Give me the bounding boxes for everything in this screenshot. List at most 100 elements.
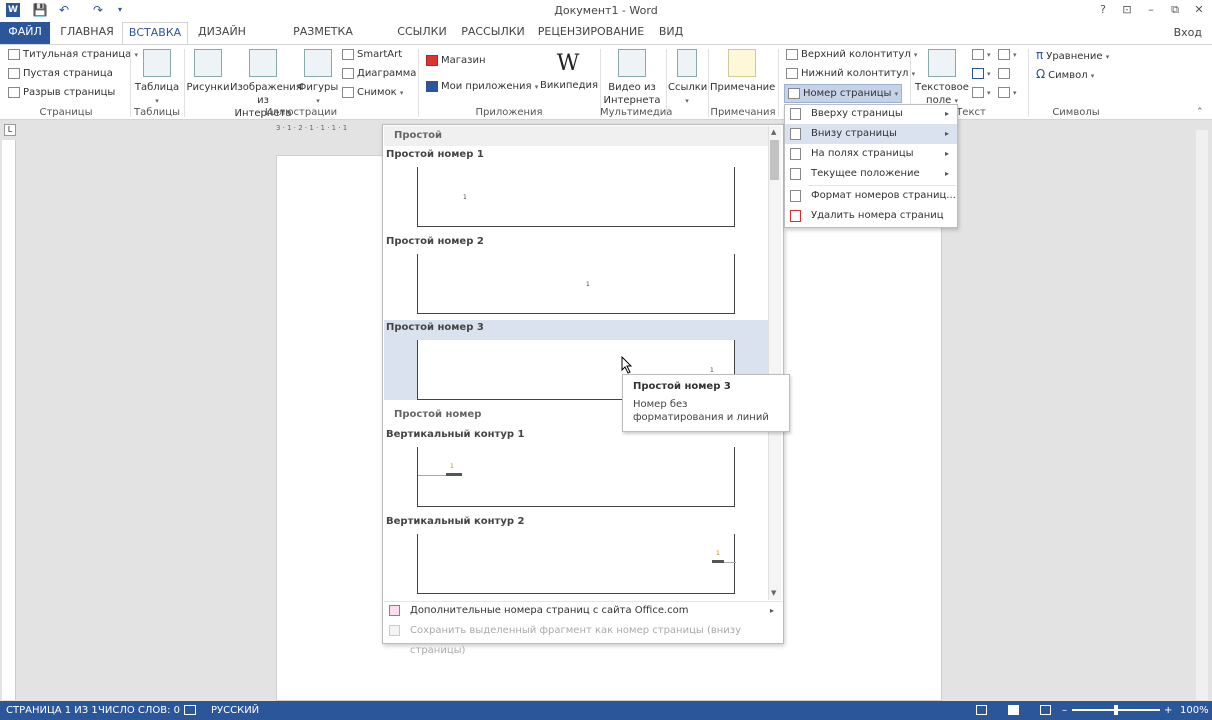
gallery-scrollbar-thumb[interactable] <box>770 140 779 180</box>
wordart-button[interactable]: ▾ <box>972 65 991 83</box>
table-button[interactable]: Таблица ▾ <box>134 49 180 108</box>
menu-item-page-margins[interactable]: На полях страницы ▸ <box>785 144 957 164</box>
chart-button[interactable]: Диаграмма <box>342 65 416 83</box>
wikipedia-button[interactable]: W Википедия <box>540 49 598 92</box>
menu-item-format-page-numbers[interactable]: Формат номеров страниц... <box>785 186 957 206</box>
cover-page-icon <box>8 48 20 60</box>
object-button[interactable]: ▾ <box>998 84 1017 102</box>
tab-page-layout[interactable]: РАЗМЕТКА СТРАНИЦЫ <box>260 22 386 58</box>
tab-review[interactable]: РЕЦЕНЗИРОВАНИЕ <box>536 22 646 44</box>
shapes-button[interactable]: Фигуры ▾ <box>296 49 340 108</box>
group-label-tables: Таблицы <box>134 107 180 118</box>
close-button[interactable]: ✕ <box>1188 2 1210 18</box>
top-of-page-icon <box>790 108 801 120</box>
zoom-out-button[interactable]: – <box>1062 701 1067 720</box>
page-break-label: Разрыв страницы <box>23 87 116 98</box>
ribbon-divider <box>778 49 779 117</box>
symbol-button[interactable]: Ω Символ ▾ <box>1036 65 1094 83</box>
comment-button[interactable]: Примечание <box>710 49 775 94</box>
tab-home[interactable]: ГЛАВНАЯ <box>56 22 118 44</box>
cover-page-button[interactable]: Титульная страница ▾ <box>8 46 138 64</box>
pictures-label: Рисунки <box>186 82 230 93</box>
table-icon <box>143 49 171 77</box>
more-page-numbers-office-item[interactable]: Дополнительные номера страниц с сайта Of… <box>384 601 782 621</box>
status-bar: СТРАНИЦА 1 ИЗ 1 ЧИСЛО СЛОВ: 0 РУССКИЙ – … <box>0 701 1212 720</box>
tab-selector[interactable]: L <box>4 124 16 136</box>
tab-insert[interactable]: ВСТАВКА <box>122 22 188 45</box>
equation-button[interactable]: π Уравнение ▾ <box>1036 46 1109 64</box>
links-button[interactable]: Ссылки ▾ <box>668 49 707 108</box>
horizontal-ruler[interactable]: 3 · 1 · 2 · 1 · 1 · 1 · 1 <box>276 123 384 134</box>
proofing-icon[interactable] <box>184 705 196 715</box>
tab-design[interactable]: ДИЗАЙН <box>192 22 252 44</box>
blank-page-icon <box>8 67 20 79</box>
header-button[interactable]: Верхний колонтитул ▾ <box>786 46 917 64</box>
language-status[interactable]: РУССКИЙ <box>211 701 259 720</box>
page-count-status[interactable]: СТРАНИЦА 1 ИЗ 1 <box>6 701 98 720</box>
scroll-up-icon[interactable]: ▲ <box>771 128 776 136</box>
menu-item-bottom-of-page[interactable]: Внизу страницы ▸ <box>785 124 957 144</box>
vertical-ruler[interactable] <box>2 140 16 700</box>
ribbon-display-options-button[interactable]: ⊡ <box>1116 2 1138 18</box>
gallery-item-vertical-outline-1[interactable]: 1 <box>417 447 735 507</box>
online-video-button[interactable]: Видео из Интернета <box>602 49 662 107</box>
blank-page-label: Пустая страница <box>23 68 113 79</box>
outline-bar <box>446 473 462 476</box>
scroll-down-icon[interactable]: ▼ <box>771 589 776 597</box>
pictures-icon <box>194 49 222 77</box>
drop-cap-icon <box>972 86 984 98</box>
menu-item-current-position[interactable]: Текущее положение ▸ <box>785 164 957 184</box>
screenshot-button[interactable]: Снимок ▾ <box>342 84 403 102</box>
my-apps-button[interactable]: Мои приложения ▾ <box>426 78 538 96</box>
drop-cap-button[interactable]: ▾ <box>972 84 991 102</box>
menu-item-remove-page-numbers[interactable]: Удалить номера страниц <box>785 206 957 226</box>
format-page-numbers-icon <box>790 190 801 202</box>
text-box-icon <box>928 49 956 77</box>
zoom-slider-thumb[interactable] <box>1114 705 1118 715</box>
blank-page-button[interactable]: Пустая страница <box>8 65 113 83</box>
page-number-button[interactable]: Номер страницы ▾ <box>784 84 903 103</box>
collapse-ribbon-icon[interactable]: ⌃ <box>1196 107 1204 117</box>
page-number-preview: 1 <box>710 367 714 374</box>
my-apps-label: Мои приложения <box>441 81 532 92</box>
tab-view[interactable]: ВИД <box>654 22 688 44</box>
zoom-in-button[interactable]: + <box>1164 701 1172 720</box>
gallery-item-plain-number-2[interactable]: 1 <box>417 254 735 314</box>
read-mode-icon[interactable] <box>976 705 987 715</box>
page-break-button[interactable]: Разрыв страницы <box>8 84 115 102</box>
smartart-button[interactable]: SmartArt <box>342 46 402 64</box>
footer-label: Нижний колонтитул <box>801 68 909 79</box>
table-label: Таблица <box>134 82 180 93</box>
tab-references[interactable]: ССЫЛКИ <box>392 22 452 44</box>
tab-mailings[interactable]: РАССЫЛКИ <box>460 22 526 44</box>
zoom-level[interactable]: 100% <box>1180 701 1209 720</box>
gallery-item-vertical-outline-2[interactable]: 1 <box>417 534 736 594</box>
gallery-item-plain-number-1[interactable]: 1 <box>417 167 735 227</box>
help-button[interactable]: ? <box>1092 2 1114 18</box>
tab-file[interactable]: ФАЙЛ <box>0 22 50 44</box>
document-scrollbar[interactable] <box>1196 130 1208 700</box>
minimize-button[interactable]: – <box>1140 2 1162 18</box>
restore-button[interactable]: ⧉ <box>1164 2 1186 18</box>
screenshot-icon <box>342 86 354 98</box>
date-time-button[interactable] <box>998 65 1013 83</box>
menu-item-top-of-page[interactable]: Вверху страницы ▸ <box>785 104 957 124</box>
footer-button[interactable]: Нижний колонтитул ▾ <box>786 65 915 83</box>
gallery-scrollbar[interactable] <box>768 126 781 600</box>
print-layout-icon[interactable] <box>1008 705 1019 715</box>
word-count-status[interactable]: ЧИСЛО СЛОВ: 0 <box>98 701 180 720</box>
comment-icon <box>728 49 756 77</box>
gallery-item-title: Вертикальный контур 1 <box>386 429 525 440</box>
web-layout-icon[interactable] <box>1040 705 1051 715</box>
quick-parts-icon <box>972 48 984 60</box>
text-box-button[interactable]: Текстовое поле ▾ <box>914 49 970 108</box>
pictures-button[interactable]: Рисунки <box>186 49 230 94</box>
group-label-symbols: Символы <box>1052 107 1100 118</box>
chart-label: Диаграмма <box>357 68 417 79</box>
signature-line-button[interactable]: ▾ <box>998 46 1017 64</box>
store-button[interactable]: Магазин <box>426 52 486 70</box>
page-number-label: Номер страницы <box>803 88 892 99</box>
wikipedia-icon: W <box>556 51 580 76</box>
sign-in-link[interactable]: Вход <box>1174 26 1202 39</box>
quick-parts-button[interactable]: ▾ <box>972 46 991 64</box>
